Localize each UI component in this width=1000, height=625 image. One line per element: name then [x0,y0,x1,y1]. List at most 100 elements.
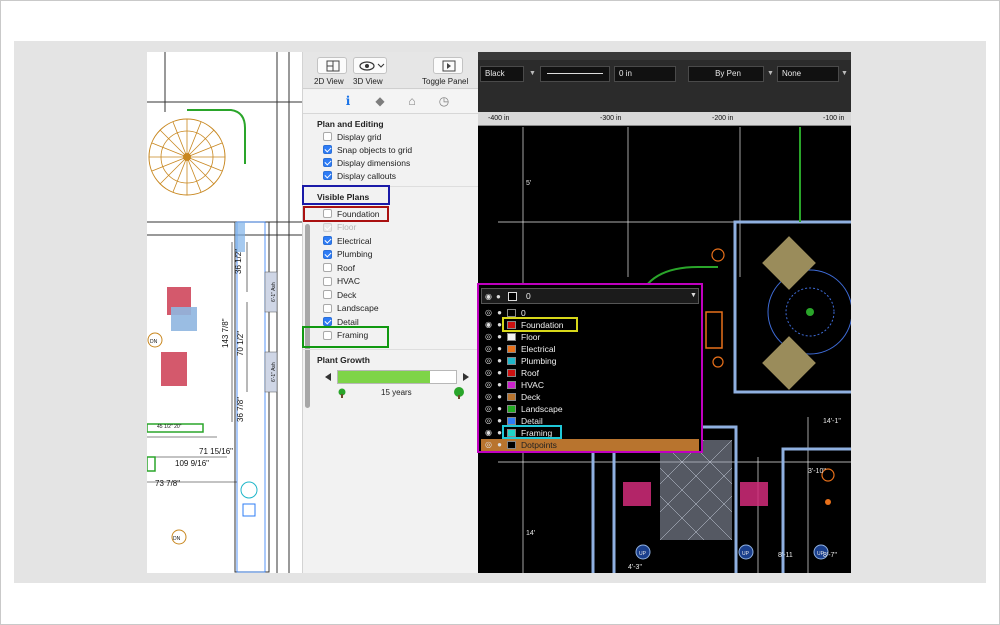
layer-item-deck[interactable]: ◎ ● Deck [481,391,699,403]
layer-color-swatch[interactable] [507,369,516,377]
eye-icon[interactable]: ◎ [484,344,493,353]
dropdown-arrow-icon[interactable]: ▼ [841,70,848,77]
right-arrow-icon[interactable] [463,373,469,381]
layer-color-swatch[interactable] [507,429,516,437]
plan-visibility-landscape[interactable]: Landscape [323,303,379,314]
lock-icon[interactable]: ● [496,292,501,301]
checkbox[interactable] [323,132,332,141]
panel-scrollbar[interactable] [305,224,310,408]
eye-icon[interactable]: ◎ [484,440,493,449]
eye-icon[interactable]: ◎ [484,308,493,317]
layer-color-swatch[interactable] [507,333,516,341]
plan-visibility-roof[interactable]: Roof [323,262,355,273]
layer-color-swatch[interactable] [507,381,516,389]
toggle-panel-button[interactable] [433,57,463,74]
plan-visibility-electrical[interactable]: Electrical [323,235,371,246]
lock-icon[interactable]: ● [495,392,504,401]
eye-icon[interactable]: ◉ [485,292,492,301]
layer-item-dotpoints[interactable]: ◎ ● Dotpoints [481,439,699,451]
eye-icon[interactable]: ◎ [484,356,493,365]
chair-icon[interactable]: ⌂ [405,94,419,108]
layer-item-foundation[interactable]: ◉ ● Foundation [481,319,699,331]
lock-icon[interactable]: ● [495,368,504,377]
plan-visibility-foundation[interactable]: Foundation [323,208,380,219]
lock-icon[interactable]: ● [495,344,504,353]
layer-color-swatch[interactable] [507,417,516,425]
lock-icon[interactable]: ● [495,428,504,437]
layer-item-plumbing[interactable]: ◎ ● Plumbing [481,355,699,367]
eye-icon[interactable]: ◎ [484,392,493,401]
layer-dropdown-selected[interactable]: ◉ ● 0 ▼ [481,288,699,304]
none-field[interactable]: None [777,66,839,82]
checkbox[interactable] [323,145,332,154]
floor-plan-2d-view[interactable]: DN DN 36 1/2" 143 7/8" 70 1/2" 36 7/8" 6… [147,52,303,573]
plan-visibility-detail[interactable]: Detail [323,316,359,327]
layer-item-electrical[interactable]: ◎ ● Electrical [481,343,699,355]
checkbox[interactable] [323,171,332,180]
checkbox[interactable] [323,290,332,299]
layer-color-swatch[interactable] [507,345,516,353]
layer-color-swatch[interactable] [507,405,516,413]
eye-icon[interactable]: ◎ [484,404,493,413]
line-style-field[interactable] [540,66,610,82]
plan-option-snap-objects-to-grid[interactable]: Snap objects to grid [323,144,412,155]
plant-growth-slider[interactable] [325,370,470,386]
plan-option-display-callouts[interactable]: Display callouts [323,170,396,181]
layer-item-detail[interactable]: ◎ ● Detail [481,415,699,427]
lock-icon[interactable]: ● [495,332,504,341]
eye-icon[interactable]: ◎ [484,332,493,341]
layer-item-0[interactable]: ◎ ● 0 [481,307,699,319]
dropdown-arrow-icon[interactable]: ▼ [529,70,536,77]
plan-visibility-hvac[interactable]: HVAC [323,276,360,287]
left-arrow-icon[interactable] [325,373,331,381]
timer-icon[interactable]: ◷ [437,94,451,108]
lock-icon[interactable]: ● [495,356,504,365]
pen-color-field[interactable]: Black [480,66,524,82]
lock-icon[interactable]: ● [495,440,504,449]
layer-color-swatch[interactable] [507,393,516,401]
line-width-field[interactable]: 0 in [614,66,676,82]
layer-color-swatch[interactable] [507,309,516,317]
checkbox[interactable] [323,263,332,272]
eye-icon[interactable]: ◉ [484,428,493,437]
layer-item-landscape[interactable]: ◎ ● Landscape [481,403,699,415]
lock-icon[interactable]: ● [495,308,504,317]
eye-icon[interactable]: ◎ [484,368,493,377]
eye-icon[interactable]: ◎ [484,416,493,425]
lock-icon[interactable]: ● [495,416,504,425]
checkbox[interactable] [323,158,332,167]
layer-item-roof[interactable]: ◎ ● Roof [481,367,699,379]
checkbox[interactable] [323,303,332,313]
checkbox[interactable] [323,276,332,286]
3d-view-button[interactable] [353,57,387,74]
plan-option-display-grid[interactable]: Display grid [323,131,381,142]
plan-visibility-plumbing[interactable]: Plumbing [323,249,372,260]
plan-visibility-deck[interactable]: Deck [323,289,356,300]
checkbox[interactable] [323,317,332,326]
layer-name: Plumbing [521,356,557,366]
2d-view-button[interactable] [317,57,347,74]
eye-icon[interactable]: ◉ [484,320,493,329]
layer-color-swatch[interactable] [507,321,516,329]
checkbox[interactable] [323,209,332,218]
layer-item-framing[interactable]: ◉ ● Framing [481,427,699,439]
checkbox[interactable] [323,236,332,245]
layer-color-swatch[interactable] [507,357,516,365]
layer-color-swatch[interactable] [507,441,516,449]
layer-item-hvac[interactable]: ◎ ● HVAC [481,379,699,391]
layer-dropdown[interactable]: ◉ ● 0 ▼ ◎ ● 0 ◉ ● Foundation ◎ ● Floor ◎ ● Electric… [477,283,703,453]
tag-icon[interactable]: ◆ [373,94,387,108]
lock-icon[interactable]: ● [495,320,504,329]
lock-icon[interactable]: ● [495,380,504,389]
eye-icon[interactable]: ◎ [484,380,493,389]
info-icon[interactable]: i [341,94,355,108]
layer-item-floor[interactable]: ◎ ● Floor [481,331,699,343]
lock-icon[interactable]: ● [495,404,504,413]
plan-option-display-dimensions[interactable]: Display dimensions [323,157,410,168]
checkbox[interactable] [323,330,332,340]
checkbox[interactable] [323,249,332,259]
plan-visibility-framing[interactable]: Framing [323,330,368,341]
chevron-down-icon[interactable]: ▼ [690,292,697,299]
dropdown-arrow-icon[interactable]: ▼ [767,70,774,77]
by-pen-field[interactable]: By Pen [688,66,764,82]
